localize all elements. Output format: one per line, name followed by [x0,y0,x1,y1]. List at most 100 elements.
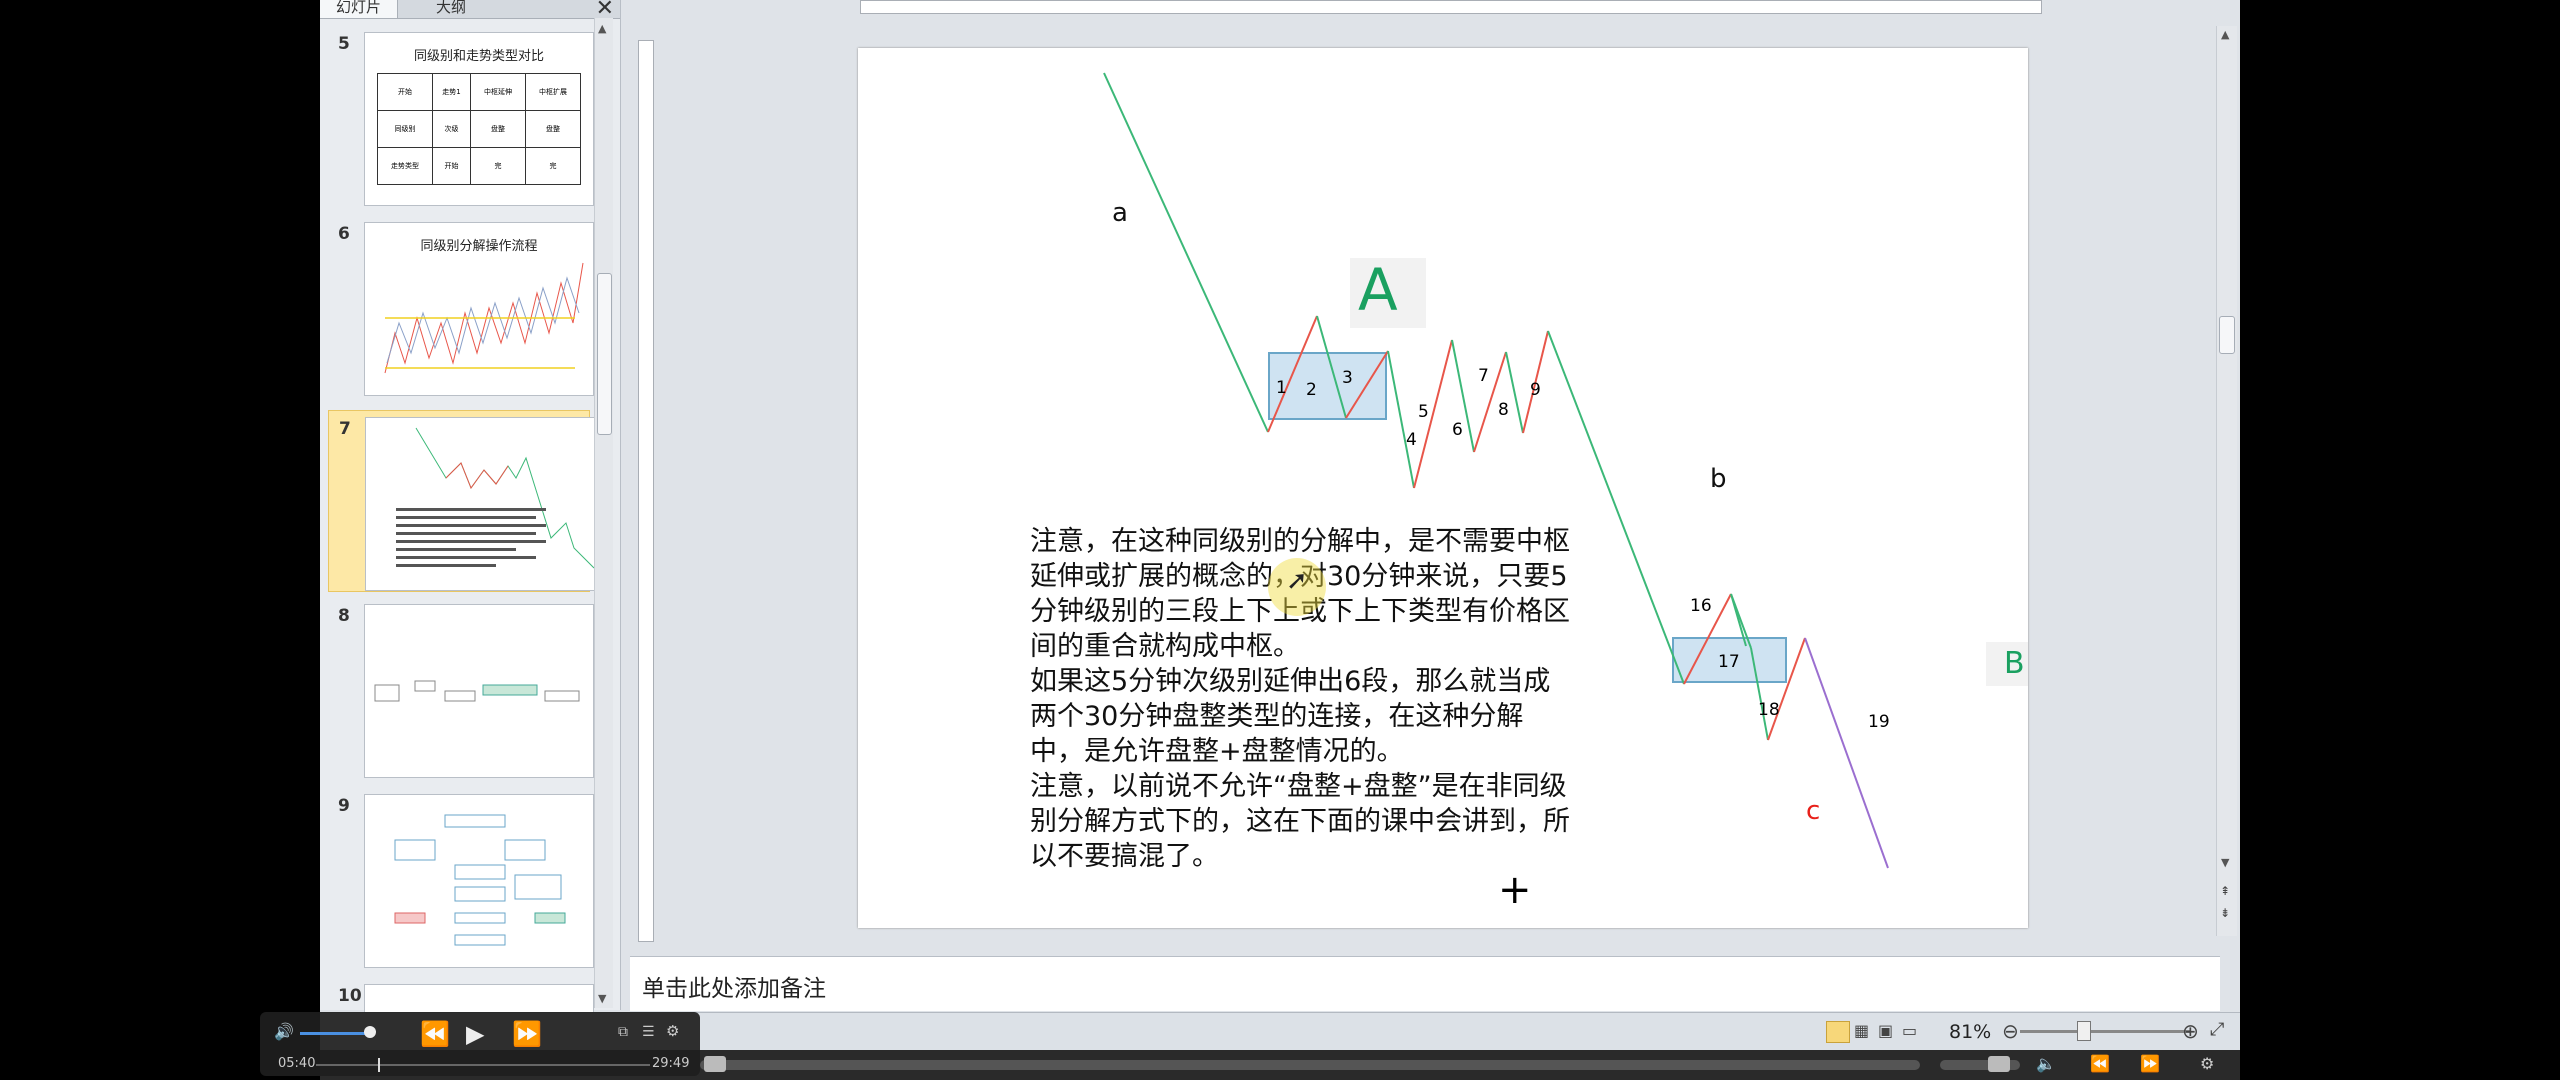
label-1: 1 [1276,378,1287,398]
timeline-track[interactable] [700,1060,1920,1070]
slide-thumb-7[interactable]: 7 [328,410,595,592]
table-cell: 同级别 [377,110,433,148]
video-controls: 🔊 ⏪ ▶ ⏩ ⧉ ☰ ⚙ 05:40 29:49 [260,1012,700,1076]
segment-a [1103,72,1269,433]
current-time: 05:40 [278,1056,316,1071]
slide-sorter-icon[interactable]: ▦ [1854,1021,1869,1040]
paragraph-3: 注意，以前说不允许“盘整+盘整”是在非同级别分解方式下的，这在下面的课中会讲到，… [1030,771,1570,872]
slideshow-icon[interactable]: ▭ [1902,1021,1917,1040]
label-17: 17 [1718,652,1740,672]
tab-slides[interactable]: 幻灯片 [320,0,399,18]
playlist-icon[interactable]: ☰ [642,1024,655,1040]
label-5: 5 [1418,402,1429,422]
fit-to-window-icon[interactable]: ⤢ [2210,1019,2224,1040]
panel-scrollbar[interactable]: ▲ ▼ [594,18,613,1008]
label-A: A [1358,256,1398,324]
video-progress-track[interactable] [316,1064,650,1066]
slide-thumb-6[interactable]: 6 同级别分解操作流程 [328,216,594,396]
slide-thumbnail [365,417,595,591]
label-4: 4 [1406,430,1417,450]
slide-thumb-5[interactable]: 5 同级别和走势类型对比 开始 走势1 中枢延伸 中枢扩展 同级别 次级 盘整 … [328,26,594,206]
slide-number: 8 [338,606,350,626]
label-18: 18 [1758,700,1780,720]
segment-19 [1804,637,1889,869]
crosshair-icon: + [1498,867,1532,913]
table-cell: 走势类型 [377,147,433,185]
settings-icon[interactable]: ⚙ [2200,1054,2214,1073]
fast-forward-button[interactable]: ⏩ [512,1020,542,1048]
zoom-slider-knob[interactable] [2077,1021,2091,1041]
thumb-diagram [374,680,580,702]
volume-knob[interactable] [1988,1056,2010,1072]
slide-thumbnail [364,794,594,968]
powerpoint-window: 幻灯片 大纲 ✕ 5 同级别和走势类型对比 开始 走势1 中枢延伸 中枢扩展 同… [320,0,2240,1080]
zoom-out-icon[interactable]: ⊖ [2002,1019,2019,1043]
timeline-knob[interactable] [704,1056,726,1072]
table-cell: 走势1 [431,73,472,111]
scroll-thumb[interactable] [597,273,612,435]
slide-thumbnail [364,604,594,778]
slide-number: 7 [339,419,351,439]
segment-4 [1387,350,1415,489]
zoom-in-icon[interactable]: ⊕ [2182,1019,2199,1043]
speaker-icon[interactable]: 🔈 [2036,1054,2056,1073]
label-3: 3 [1342,368,1353,388]
label-9: 9 [1530,380,1541,400]
settings-icon[interactable]: ⚙ [666,1022,679,1040]
normal-view-icon[interactable] [1826,1021,1850,1043]
pip-icon[interactable]: ⧉ [618,1024,628,1040]
tab-outline[interactable]: 大纲 [420,0,482,18]
thumb-table: 开始 走势1 中枢延伸 中枢扩展 同级别 次级 盘整 盘整 走势类型 开始 完 … [377,73,581,185]
scroll-up-icon[interactable]: ▲ [598,22,606,35]
table-cell: 次级 [431,110,472,148]
video-progress-handle[interactable] [378,1058,380,1072]
zoom-level[interactable]: 81% [1949,1021,1991,1043]
label-c: c [1806,796,1821,826]
scroll-thumb[interactable] [2219,316,2235,354]
next-slide-icon[interactable]: ⇟ [2220,906,2230,920]
rewind-button[interactable]: ⏪ [420,1020,450,1048]
slide-number: 10 [338,986,362,1006]
scroll-down-icon[interactable]: ▼ [2221,856,2229,869]
horizontal-ruler [860,0,2042,14]
thumb-flowchart [394,814,566,946]
slide-thumbnail: 同级别和走势类型对比 开始 走势1 中枢延伸 中枢扩展 同级别 次级 盘整 盘整 [364,32,594,206]
table-cell: 开始 [431,147,472,185]
table-cell: 开始 [377,73,433,111]
volume-bar[interactable] [300,1032,370,1035]
label-19: 19 [1868,712,1890,732]
slide-thumb-8[interactable]: 8 [328,598,594,778]
reading-view-icon[interactable]: ▣ [1878,1021,1893,1040]
slide-number: 6 [338,224,350,244]
label-8: 8 [1498,400,1509,420]
scroll-up-icon[interactable]: ▲ [2221,28,2229,41]
forward-icon[interactable]: ⏩ [2140,1054,2160,1073]
thumb-chart [396,427,594,569]
label-16: 16 [1690,596,1712,616]
thumb-title: 同级别和走势类型对比 [413,49,544,64]
label-7: 7 [1478,366,1489,386]
label-2: 2 [1306,380,1317,400]
table-cell: 盘整 [525,110,581,148]
notes-pane[interactable]: 单击此处添加备注 [630,956,2220,1011]
prev-slide-icon[interactable]: ⇞ [2220,884,2230,898]
table-cell: 中枢延伸 [470,73,526,111]
total-time: 29:49 [652,1056,690,1071]
segment-8 [1505,351,1524,434]
label-B: B [2004,646,2025,681]
slide-number: 5 [338,34,350,54]
table-cell: 盘整 [470,110,526,148]
zoom-slider-track[interactable] [2020,1030,2190,1033]
table-cell: 完 [470,147,526,185]
slide-scrollbar[interactable]: ▲ ▼ ⇞ ⇟ [2216,26,2237,936]
slide-number: 9 [338,796,350,816]
slide-canvas[interactable]: a A b B c 1 2 3 4 5 6 7 8 9 16 17 18 19 … [858,48,2028,928]
slide-thumb-9[interactable]: 9 [328,788,594,968]
slide-thumbnail: 同级别分解操作流程 [364,222,594,396]
volume-icon[interactable]: 🔊 [274,1022,294,1041]
play-button[interactable]: ▶ [466,1020,484,1048]
notes-placeholder: 单击此处添加备注 [642,976,826,1002]
scroll-down-icon[interactable]: ▼ [598,992,606,1005]
volume-knob[interactable] [364,1026,376,1038]
rewind-icon[interactable]: ⏪ [2090,1054,2110,1073]
